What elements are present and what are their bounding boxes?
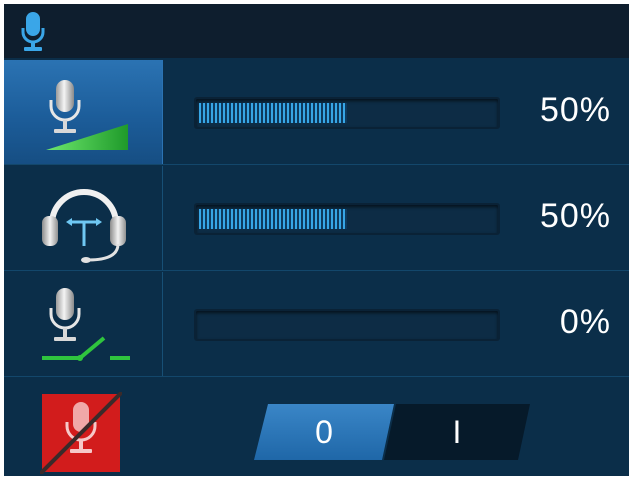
microphone-level-percent: 50% [539,91,611,129]
switch-level-bar[interactable] [194,309,500,341]
headset-icon [42,189,126,263]
toggle-off-option[interactable]: 0 [254,404,394,460]
headset-level-bar[interactable] [194,203,500,235]
row-headset-volume[interactable]: 50% [4,166,629,271]
headset-level-percent: 50% [539,197,611,235]
microphone-icon [21,12,45,51]
switch-level-percent: 0% [559,303,611,341]
audio-settings-screen: 50% 50% 0% 0 I [4,4,629,476]
microphone-level-fill [199,103,347,123]
toggle-on-option[interactable]: I [384,404,530,460]
microphone-switch-button[interactable] [4,272,163,376]
row-microphone-mute: 0 I [4,378,629,476]
mute-toggle[interactable]: 0 I [254,404,530,460]
microphone-gain-button[interactable] [4,60,163,164]
microphone-level-bar[interactable] [194,97,500,129]
microphone-switch-icon [42,288,130,361]
microphone-muted-icon [40,392,122,474]
row-microphone-gain[interactable]: 50% [4,60,629,165]
headset-level-fill [199,209,347,229]
headset-button[interactable] [4,166,163,270]
title-bar [4,4,629,58]
microphone-gain-icon [46,80,128,150]
microphone-mute-icon-cell [4,378,162,476]
row-microphone-switch[interactable]: 0% [4,272,629,377]
